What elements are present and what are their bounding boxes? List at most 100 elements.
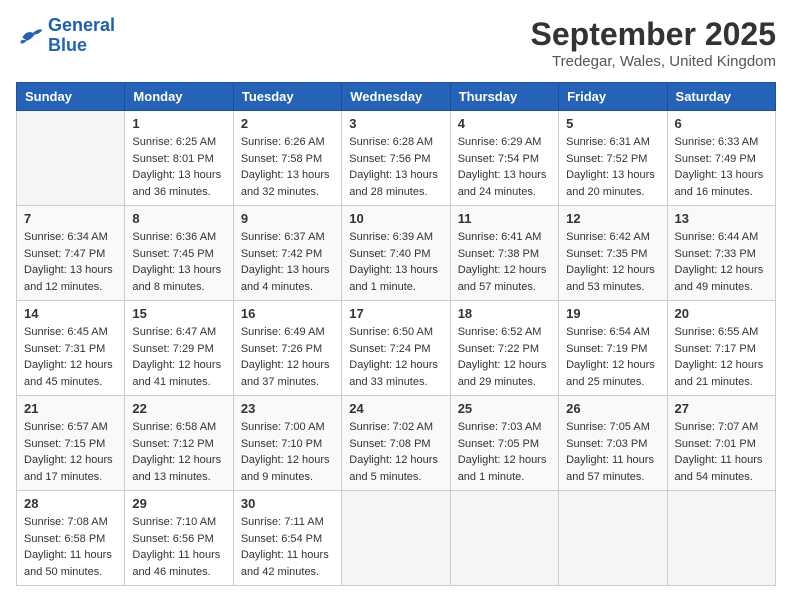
daylight: Daylight: 13 hours and 12 minutes. — [24, 264, 113, 293]
calendar-header-friday: Friday — [559, 83, 667, 111]
sunset: Sunset: 7:54 PM — [458, 153, 539, 165]
calendar-cell: 30 Sunrise: 7:11 AM Sunset: 6:54 PM Dayl… — [233, 491, 341, 586]
day-number: 22 — [132, 401, 225, 416]
calendar-header-wednesday: Wednesday — [342, 83, 450, 111]
calendar-header-sunday: Sunday — [17, 83, 125, 111]
day-info: Sunrise: 6:33 AM Sunset: 7:49 PM Dayligh… — [675, 134, 768, 200]
day-number: 10 — [349, 211, 442, 226]
sunset: Sunset: 7:49 PM — [675, 153, 756, 165]
day-info: Sunrise: 6:25 AM Sunset: 8:01 PM Dayligh… — [132, 134, 225, 200]
sunset: Sunset: 7:52 PM — [566, 153, 647, 165]
sunset: Sunset: 7:35 PM — [566, 248, 647, 260]
page-header: General Blue September 2025 Tredegar, Wa… — [16, 16, 776, 70]
calendar-week-2: 7 Sunrise: 6:34 AM Sunset: 7:47 PM Dayli… — [17, 206, 776, 301]
daylight: Daylight: 13 hours and 36 minutes. — [132, 169, 221, 198]
day-number: 12 — [566, 211, 659, 226]
daylight: Daylight: 13 hours and 32 minutes. — [241, 169, 330, 198]
daylight: Daylight: 12 hours and 37 minutes. — [241, 359, 330, 388]
calendar-header-row: SundayMondayTuesdayWednesdayThursdayFrid… — [17, 83, 776, 111]
day-info: Sunrise: 7:10 AM Sunset: 6:56 PM Dayligh… — [132, 514, 225, 580]
daylight: Daylight: 11 hours and 42 minutes. — [241, 549, 329, 578]
sunrise: Sunrise: 6:47 AM — [132, 326, 216, 338]
sunrise: Sunrise: 6:37 AM — [241, 231, 325, 243]
daylight: Daylight: 13 hours and 24 minutes. — [458, 169, 547, 198]
calendar-cell — [17, 111, 125, 206]
sunrise: Sunrise: 6:57 AM — [24, 421, 108, 433]
calendar-week-1: 1 Sunrise: 6:25 AM Sunset: 8:01 PM Dayli… — [17, 111, 776, 206]
logo-icon — [16, 22, 44, 50]
daylight: Daylight: 12 hours and 9 minutes. — [241, 454, 330, 483]
sunrise: Sunrise: 6:55 AM — [675, 326, 759, 338]
calendar-cell: 26 Sunrise: 7:05 AM Sunset: 7:03 PM Dayl… — [559, 396, 667, 491]
sunrise: Sunrise: 6:45 AM — [24, 326, 108, 338]
day-number: 19 — [566, 306, 659, 321]
day-number: 1 — [132, 116, 225, 131]
day-info: Sunrise: 7:05 AM Sunset: 7:03 PM Dayligh… — [566, 419, 659, 485]
sunrise: Sunrise: 6:31 AM — [566, 136, 650, 148]
day-info: Sunrise: 6:34 AM Sunset: 7:47 PM Dayligh… — [24, 229, 117, 295]
sunset: Sunset: 6:54 PM — [241, 533, 322, 545]
daylight: Daylight: 12 hours and 49 minutes. — [675, 264, 764, 293]
calendar-cell — [667, 491, 775, 586]
sunset: Sunset: 7:47 PM — [24, 248, 105, 260]
sunset: Sunset: 7:40 PM — [349, 248, 430, 260]
calendar-header-thursday: Thursday — [450, 83, 558, 111]
day-info: Sunrise: 6:55 AM Sunset: 7:17 PM Dayligh… — [675, 324, 768, 390]
calendar-cell: 2 Sunrise: 6:26 AM Sunset: 7:58 PM Dayli… — [233, 111, 341, 206]
calendar-cell — [450, 491, 558, 586]
sunset: Sunset: 7:10 PM — [241, 438, 322, 450]
daylight: Daylight: 13 hours and 1 minute. — [349, 264, 438, 293]
day-number: 5 — [566, 116, 659, 131]
sunrise: Sunrise: 6:58 AM — [132, 421, 216, 433]
sunset: Sunset: 7:12 PM — [132, 438, 213, 450]
sunrise: Sunrise: 6:28 AM — [349, 136, 433, 148]
day-info: Sunrise: 7:03 AM Sunset: 7:05 PM Dayligh… — [458, 419, 551, 485]
daylight: Daylight: 12 hours and 1 minute. — [458, 454, 547, 483]
sunrise: Sunrise: 6:50 AM — [349, 326, 433, 338]
title-block: September 2025 Tredegar, Wales, United K… — [531, 16, 776, 70]
calendar-cell: 7 Sunrise: 6:34 AM Sunset: 7:47 PM Dayli… — [17, 206, 125, 301]
day-number: 3 — [349, 116, 442, 131]
sunrise: Sunrise: 6:34 AM — [24, 231, 108, 243]
daylight: Daylight: 11 hours and 50 minutes. — [24, 549, 112, 578]
day-info: Sunrise: 6:50 AM Sunset: 7:24 PM Dayligh… — [349, 324, 442, 390]
sunrise: Sunrise: 6:33 AM — [675, 136, 759, 148]
calendar-header-tuesday: Tuesday — [233, 83, 341, 111]
sunrise: Sunrise: 6:29 AM — [458, 136, 542, 148]
day-info: Sunrise: 6:49 AM Sunset: 7:26 PM Dayligh… — [241, 324, 334, 390]
calendar-table: SundayMondayTuesdayWednesdayThursdayFrid… — [16, 82, 776, 586]
sunrise: Sunrise: 7:08 AM — [24, 516, 108, 528]
sunset: Sunset: 7:26 PM — [241, 343, 322, 355]
sunset: Sunset: 7:58 PM — [241, 153, 322, 165]
sunset: Sunset: 7:24 PM — [349, 343, 430, 355]
logo-text: General Blue — [48, 16, 115, 56]
calendar-cell: 13 Sunrise: 6:44 AM Sunset: 7:33 PM Dayl… — [667, 206, 775, 301]
sunrise: Sunrise: 7:10 AM — [132, 516, 216, 528]
sunset: Sunset: 7:03 PM — [566, 438, 647, 450]
sunset: Sunset: 7:33 PM — [675, 248, 756, 260]
calendar-cell: 4 Sunrise: 6:29 AM Sunset: 7:54 PM Dayli… — [450, 111, 558, 206]
sunset: Sunset: 7:01 PM — [675, 438, 756, 450]
day-number: 8 — [132, 211, 225, 226]
sunset: Sunset: 7:56 PM — [349, 153, 430, 165]
day-info: Sunrise: 7:00 AM Sunset: 7:10 PM Dayligh… — [241, 419, 334, 485]
daylight: Daylight: 12 hours and 17 minutes. — [24, 454, 113, 483]
day-info: Sunrise: 6:37 AM Sunset: 7:42 PM Dayligh… — [241, 229, 334, 295]
calendar-cell: 21 Sunrise: 6:57 AM Sunset: 7:15 PM Dayl… — [17, 396, 125, 491]
sunset: Sunset: 6:56 PM — [132, 533, 213, 545]
sunrise: Sunrise: 6:42 AM — [566, 231, 650, 243]
sunrise: Sunrise: 6:26 AM — [241, 136, 325, 148]
calendar-cell: 29 Sunrise: 7:10 AM Sunset: 6:56 PM Dayl… — [125, 491, 233, 586]
calendar-cell: 8 Sunrise: 6:36 AM Sunset: 7:45 PM Dayli… — [125, 206, 233, 301]
sunrise: Sunrise: 7:02 AM — [349, 421, 433, 433]
day-info: Sunrise: 6:52 AM Sunset: 7:22 PM Dayligh… — [458, 324, 551, 390]
daylight: Daylight: 12 hours and 5 minutes. — [349, 454, 438, 483]
sunrise: Sunrise: 6:44 AM — [675, 231, 759, 243]
day-info: Sunrise: 6:39 AM Sunset: 7:40 PM Dayligh… — [349, 229, 442, 295]
calendar-cell: 14 Sunrise: 6:45 AM Sunset: 7:31 PM Dayl… — [17, 301, 125, 396]
day-info: Sunrise: 6:26 AM Sunset: 7:58 PM Dayligh… — [241, 134, 334, 200]
day-number: 11 — [458, 211, 551, 226]
day-number: 6 — [675, 116, 768, 131]
day-info: Sunrise: 6:42 AM Sunset: 7:35 PM Dayligh… — [566, 229, 659, 295]
daylight: Daylight: 11 hours and 46 minutes. — [132, 549, 220, 578]
